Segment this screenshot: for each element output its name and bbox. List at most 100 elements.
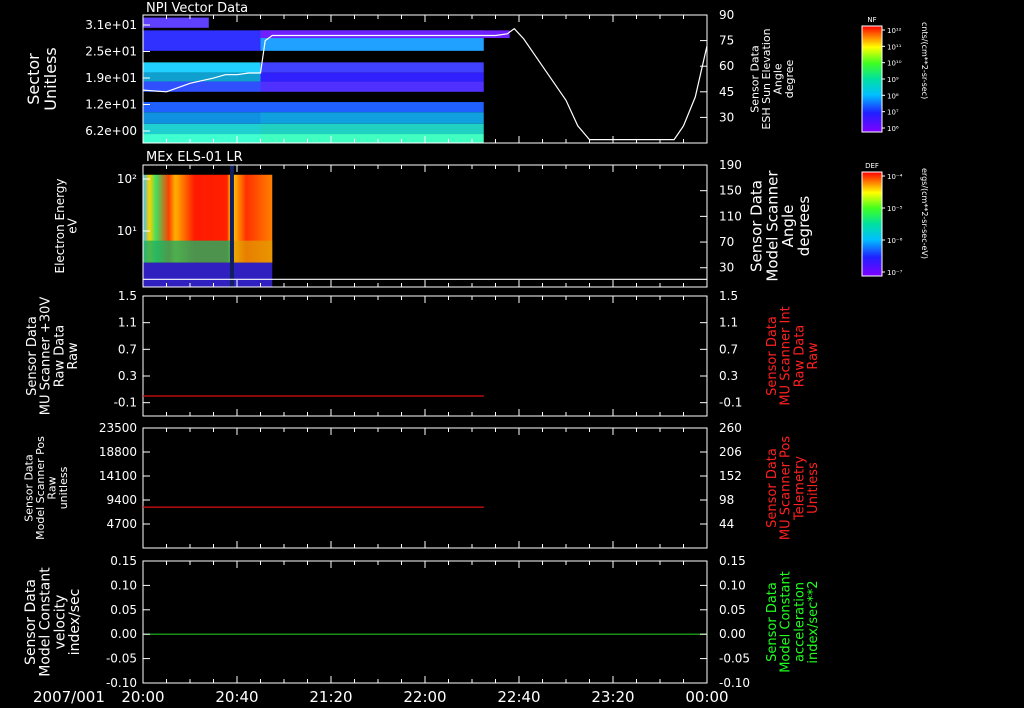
y-axis-label: Sensor Data: [23, 579, 39, 665]
y2-tick-label: 0.05: [719, 603, 746, 617]
y-axis-label: index/sec: [67, 589, 83, 656]
y-tick-label: 9400: [106, 493, 137, 507]
colorbar-tag: DEF: [865, 162, 879, 170]
heatmap-cell: [143, 240, 230, 263]
y2-tick-label: 75: [719, 34, 734, 48]
x-tick-label: 23:20: [591, 688, 634, 706]
y2-tick-label: 1.1: [719, 316, 738, 330]
y-tick-label: 1.2e+01: [85, 98, 137, 112]
heatmap-cell: [143, 81, 261, 92]
panel-title: MEx ELS-01 LR: [146, 150, 243, 165]
y-axis-label: unitless: [57, 466, 70, 509]
heatmap-cell: [143, 102, 261, 113]
colorbar-gradient: [861, 25, 883, 133]
panel-line-2: 235001880014100940047002602061529844Sens…: [23, 421, 821, 549]
heatmap: [143, 165, 273, 287]
x-tick-label: 22:00: [403, 688, 446, 706]
colorbar-def: DEF 10⁻⁴ 10⁻⁵ 10⁻⁶ 10⁻⁷ ergs/(cm**2-sr-sec-eV…: [861, 162, 929, 277]
panel-mex-els: MEx ELS-01 LR10²10¹1901501107030Electron…: [53, 150, 813, 288]
plot-background: [143, 428, 707, 548]
heatmap-cell: [232, 240, 273, 263]
heatmap-cell: [260, 134, 484, 143]
y2-tick-label: 0.10: [719, 578, 746, 592]
y2-tick-label: 152: [719, 469, 742, 483]
x-tick-label: 21:20: [309, 688, 352, 706]
heatmap: [143, 17, 510, 143]
y-tick-label: 10¹: [117, 224, 137, 238]
y2-tick-label: 260: [719, 421, 742, 435]
y-tick-label: 1.9e+01: [85, 71, 137, 85]
heatmap-cell: [143, 17, 209, 28]
x-tick-label: 00:00: [685, 688, 728, 706]
y2-tick-label: 98: [719, 493, 734, 507]
colorbar-tick-label: 10⁷: [887, 109, 899, 117]
y2-tick-label: 44: [719, 517, 734, 531]
y-axis-label: velocity: [52, 595, 68, 650]
y-axis-label: Unitless: [41, 47, 60, 111]
colorbar-tick-label: 10¹⁰: [887, 60, 902, 68]
y-tick-label: 0.05: [110, 603, 137, 617]
colorbar-units: cnts/(cm**2-sr-sec): [920, 22, 929, 99]
y2-axis-label: degrees: [795, 196, 813, 257]
heatmap-cell: [260, 62, 484, 73]
panel-line-3: 0.150.100.050.00-0.05-0.100.150.100.050.…: [23, 554, 821, 690]
colorbar-tick-label: 10⁻⁶: [887, 237, 903, 245]
y-tick-label: 2.5e+01: [85, 45, 137, 59]
heatmap-cell: [260, 30, 510, 39]
heatmap-cell: [260, 102, 484, 113]
plot-figure: NPI Vector Data 3.1e+01 2.5e+01 1.9e+01 1.2e…: [23, 1, 929, 706]
y-axis-label: Model Constant: [38, 567, 54, 677]
y2-axis-label: Unitless: [806, 462, 821, 514]
y-tick-label: 4700: [106, 517, 137, 531]
heatmap-cell: [143, 262, 273, 287]
y2-tick-label: 110: [719, 209, 742, 223]
heatmap-cell: [143, 62, 261, 73]
x-tick-label: 20:40: [215, 688, 258, 706]
y2-tick-label: 190: [719, 158, 742, 172]
y2-tick-label: 70: [719, 235, 734, 249]
y-tick-label: 0.15: [110, 554, 137, 568]
y-tick-label: 0.10: [110, 578, 137, 592]
y2-tick-label: 45: [719, 85, 734, 99]
y-tick-label: 0.00: [110, 627, 137, 641]
y-tick-label: 18800: [99, 445, 137, 459]
heatmap-cell: [143, 112, 261, 124]
y2-tick-label: 150: [719, 184, 742, 198]
colorbar-tick-label: 10¹²: [887, 27, 902, 35]
colorbar-tick-label: 10⁸: [887, 92, 899, 100]
heatmap-cell: [260, 112, 484, 124]
y2-tick-label: 0.15: [719, 554, 746, 568]
y2-tick-label: 90: [719, 8, 734, 22]
y2-axis-label: index/sec**2: [806, 580, 821, 663]
y-tick-label: -0.1: [114, 396, 137, 410]
heatmap-cell: [143, 30, 261, 51]
y-tick-label: 0.7: [118, 342, 137, 356]
y-tick-label: -0.05: [106, 652, 137, 666]
y2-tick-label: 60: [719, 59, 734, 73]
time-axis: 2007/001 20:00 20:40 21:20 22:00 22:40 23:20 0…: [33, 688, 729, 706]
colorbar-tick-label: 10⁶: [887, 125, 899, 133]
y-tick-label: 3.1e+01: [85, 18, 137, 32]
heatmap-cell: [143, 123, 261, 135]
colorbar-nf: NF 10¹² 10¹¹ 10¹⁰ 10⁹ 10⁸ 10⁷ 10⁶ cnts/(cm**2-sr…: [861, 16, 929, 133]
panel-line-1: 1.51.10.70.3-0.11.51.10.70.3-0.1Sensor D…: [25, 289, 821, 417]
plot-background: [143, 296, 707, 416]
y2-tick-label: 0.3: [719, 369, 738, 383]
heatmap-cell: [260, 81, 484, 92]
heatmap-cell: [260, 72, 484, 82]
y2-tick-label: 30: [719, 261, 734, 275]
colorbar-tag: NF: [867, 16, 876, 24]
y-tick-label: 6.2e+00: [85, 124, 137, 138]
y-axis-label: eV: [66, 217, 80, 233]
panel-npi-vector-data: NPI Vector Data 3.1e+01 2.5e+01 1.9e+01 1.2e…: [24, 1, 796, 144]
y2-tick-label: 206: [719, 445, 742, 459]
panel-title: NPI Vector Data: [146, 1, 248, 16]
colorbar-gradient: [861, 171, 883, 277]
y-axis-label: Raw: [66, 342, 81, 370]
x-tick-label: 22:40: [497, 688, 540, 706]
y2-tick-label: 0.7: [719, 342, 738, 356]
colorbar-tick-label: 10⁻⁴: [887, 173, 903, 181]
y-tick-label: 0.3: [118, 369, 137, 383]
colorbar-units: ergs/(cm**2-sr-sec-eV): [920, 168, 929, 259]
y-tick-label: 10²: [117, 172, 137, 186]
